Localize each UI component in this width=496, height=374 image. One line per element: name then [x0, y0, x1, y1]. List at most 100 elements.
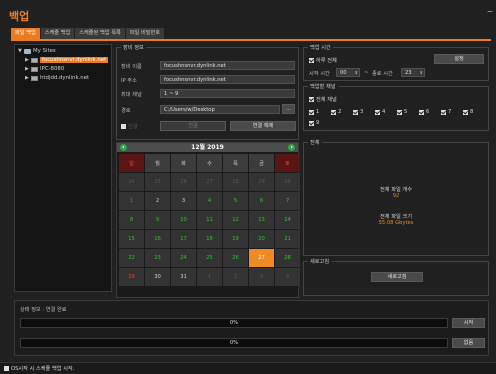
tab-file-password[interactable]: 파일 비밀번호 [125, 28, 165, 39]
checkbox-icon[interactable] [441, 109, 446, 115]
autostart-checkbox[interactable]: OS시작 시 스케쥴 백업 시작. [4, 365, 74, 372]
calendar-day[interactable]: 1 [197, 268, 222, 286]
calendar-day[interactable]: 27 [197, 173, 222, 191]
autostart-label: OS시작 시 스케쥴 백업 시작. [11, 366, 75, 372]
calendar-day[interactable]: 29 [249, 173, 274, 191]
checkbox-icon[interactable] [419, 109, 424, 115]
channel-checkbox-2[interactable]: 2 [331, 109, 341, 115]
calendar-day[interactable]: 20 [249, 230, 274, 248]
calendar-day[interactable]: 12 [223, 211, 248, 229]
status-label: 상태 정보 : 연결 완료 [20, 307, 67, 313]
path-field[interactable]: C:/Users/w/Desktop [160, 105, 280, 114]
tab-scheduled-list[interactable]: 스케줄된 백업 목록 [75, 28, 125, 39]
channel-checkbox-1[interactable]: 1 [309, 109, 319, 115]
tab-bar: 파일 백업 스케줄 백업 스케줄된 백업 목록 파일 비밀번호 [11, 28, 165, 39]
minimize-button[interactable]: – [487, 4, 493, 18]
channel-checkbox-3[interactable]: 3 [353, 109, 363, 115]
tree-root[interactable]: ▼ My Sites [18, 47, 56, 55]
device-name-field[interactable]: focushnsnvr.dynlink.net [160, 61, 295, 70]
auto-connect-checkbox[interactable]: 연결 [121, 123, 138, 130]
tree-item-site[interactable]: ▶ IPC-8080 [25, 65, 64, 73]
checkbox-icon[interactable] [309, 109, 314, 115]
calendar-day[interactable]: 21 [275, 230, 300, 248]
connect-button[interactable]: 연결 [160, 121, 226, 131]
calendar-day[interactable]: 3 [249, 268, 274, 286]
calendar-day-today[interactable]: 27 [249, 249, 274, 267]
checkbox-icon[interactable] [463, 109, 468, 115]
tab-file-backup[interactable]: 파일 백업 [11, 28, 40, 39]
all-channels-checkbox[interactable]: 전체 채널 [309, 96, 337, 103]
calendar-day[interactable]: 7 [275, 192, 300, 210]
file-size-label: 전체 파일 크기 [380, 214, 412, 220]
calendar-day[interactable]: 16 [145, 230, 170, 248]
site-tree[interactable]: ▼ My Sites ▶ focushnsnvr.dynlink.net ▶ I… [14, 44, 112, 292]
calendar[interactable]: 12월 2019 일 월 화 수 목 금 토 24 25 26 27 28 29 30 1 2 3 4 5 6 7 8 9 1… [116, 142, 300, 298]
calendar-day[interactable]: 30 [275, 173, 300, 191]
channel-checkbox-7[interactable]: 7 [441, 109, 451, 115]
ip-field[interactable]: focushnsnvr.dynlink.net [160, 75, 295, 84]
calendar-day[interactable]: 10 [171, 211, 196, 229]
tab-schedule-backup[interactable]: 스케줄 백업 [40, 28, 75, 39]
refresh-button[interactable]: 새로고침 [371, 272, 423, 282]
calendar-day[interactable]: 25 [145, 173, 170, 191]
checkbox-icon[interactable] [309, 58, 314, 63]
checkbox-icon[interactable] [353, 109, 358, 115]
browse-button[interactable]: ... [282, 104, 295, 114]
calendar-day[interactable]: 11 [197, 211, 222, 229]
calendar-day[interactable]: 29 [119, 268, 144, 286]
calendar-day[interactable]: 28 [223, 173, 248, 191]
channel-checkbox-9[interactable]: 9 [309, 120, 319, 126]
calendar-day[interactable]: 4 [275, 268, 300, 286]
calendar-day[interactable]: 31 [171, 268, 196, 286]
next-month-icon[interactable] [288, 144, 295, 151]
calendar-day[interactable]: 23 [145, 249, 170, 267]
cancel-button[interactable]: 없음 [452, 338, 485, 348]
calendar-day[interactable]: 2 [223, 268, 248, 286]
calendar-day[interactable]: 19 [223, 230, 248, 248]
calendar-day[interactable]: 2 [145, 192, 170, 210]
checkbox-icon[interactable] [331, 109, 336, 115]
tree-item-site[interactable]: ▶ focushnsnvr.dynlink.net [25, 56, 109, 64]
calendar-day[interactable]: 26 [171, 173, 196, 191]
calendar-day[interactable]: 18 [197, 230, 222, 248]
calendar-day[interactable]: 8 [119, 211, 144, 229]
calendar-day[interactable]: 4 [197, 192, 222, 210]
checkbox-icon[interactable] [121, 124, 126, 129]
calendar-day[interactable]: 24 [119, 173, 144, 191]
spinner-icon[interactable]: ⬍ [355, 69, 358, 77]
weekday-header: 목 [223, 154, 248, 172]
checkbox-icon[interactable] [397, 109, 402, 115]
checkbox-icon[interactable] [309, 97, 314, 102]
checkbox-icon[interactable] [4, 366, 9, 371]
start-time-input[interactable]: 00 ⬍ [336, 68, 360, 77]
time-set-button[interactable]: 설정 [434, 54, 484, 64]
calendar-day[interactable]: 26 [223, 249, 248, 267]
max-channel-field[interactable]: 1 ~ 9 [160, 89, 295, 98]
calendar-day[interactable]: 5 [223, 192, 248, 210]
checkbox-icon[interactable] [309, 120, 314, 126]
all-day-checkbox[interactable]: 하루 전체 [309, 57, 337, 64]
calendar-day[interactable]: 22 [119, 249, 144, 267]
calendar-day[interactable]: 25 [197, 249, 222, 267]
checkbox-icon[interactable] [375, 109, 380, 115]
start-button[interactable]: 시작 [452, 318, 485, 328]
channel-checkbox-4[interactable]: 4 [375, 109, 385, 115]
channel-checkbox-6[interactable]: 6 [419, 109, 429, 115]
tree-item-site[interactable]: ▶ htdjdd.dynlink.net [25, 74, 89, 82]
channel-checkbox-8[interactable]: 8 [463, 109, 473, 115]
calendar-day[interactable]: 28 [275, 249, 300, 267]
calendar-day[interactable]: 13 [249, 211, 274, 229]
calendar-day[interactable]: 15 [119, 230, 144, 248]
calendar-day[interactable]: 9 [145, 211, 170, 229]
calendar-day[interactable]: 6 [249, 192, 274, 210]
channel-checkbox-5[interactable]: 5 [397, 109, 407, 115]
spinner-icon[interactable]: ⬍ [420, 69, 423, 77]
calendar-day[interactable]: 14 [275, 211, 300, 229]
calendar-day[interactable]: 24 [171, 249, 196, 267]
disconnect-button[interactable]: 연결 해제 [230, 121, 296, 131]
calendar-day[interactable]: 3 [171, 192, 196, 210]
calendar-day[interactable]: 1 [119, 192, 144, 210]
end-time-input[interactable]: 23 ⬍ [401, 68, 425, 77]
calendar-day[interactable]: 30 [145, 268, 170, 286]
calendar-day[interactable]: 17 [171, 230, 196, 248]
